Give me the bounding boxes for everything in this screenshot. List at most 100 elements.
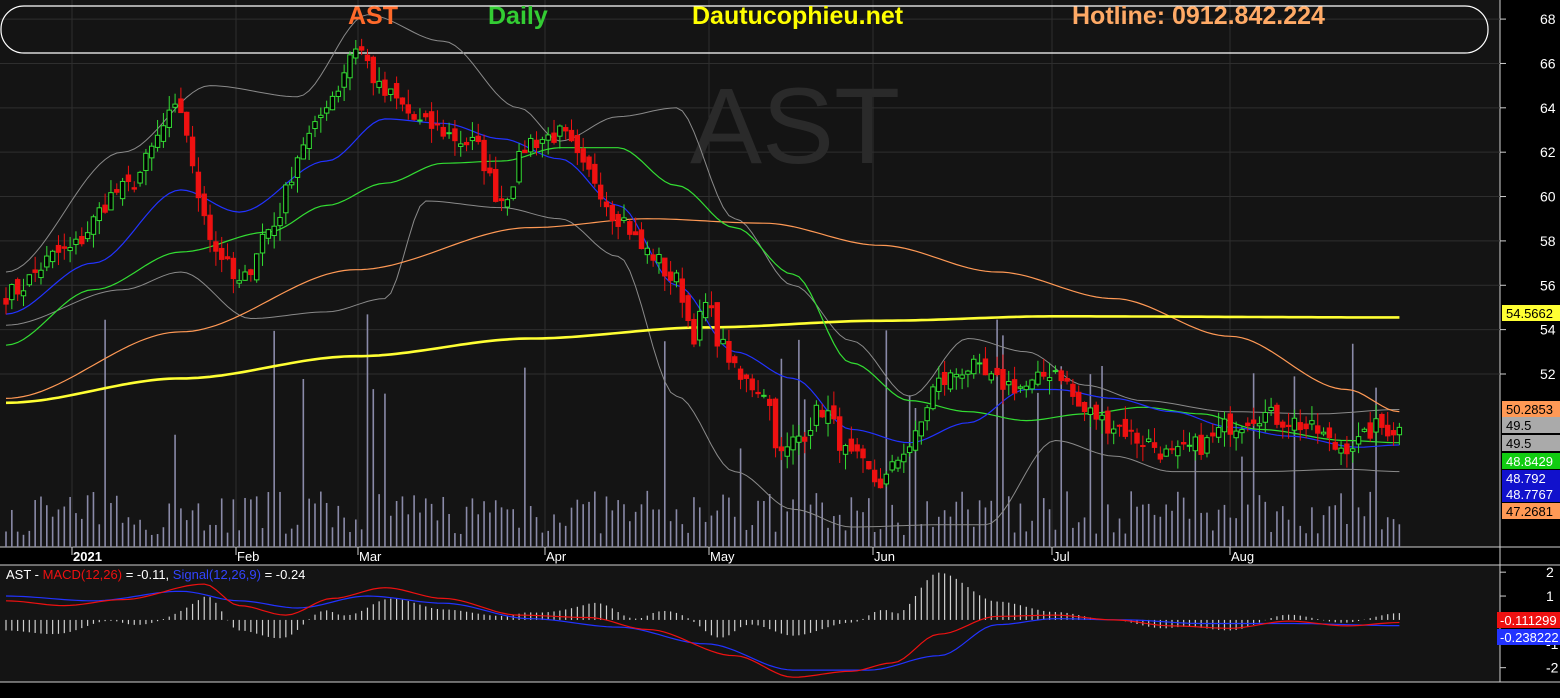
price-value-label: 54.5662 — [1502, 305, 1560, 321]
candle-body — [866, 460, 872, 470]
candle-body — [9, 284, 15, 301]
candle-body — [551, 132, 557, 143]
candle-body — [1070, 383, 1076, 397]
candle-body — [586, 156, 592, 170]
candle-body — [906, 446, 913, 454]
candle-body — [1186, 444, 1193, 447]
candle-body — [1285, 424, 1292, 428]
price-value-label-text: 48.7767 — [1506, 487, 1553, 502]
candle-body — [1192, 436, 1199, 452]
candle-body — [119, 180, 126, 200]
candle-body — [26, 274, 33, 286]
macd-y-tick-label: 1 — [1546, 588, 1554, 604]
candle-body — [807, 430, 814, 436]
candle-body — [137, 171, 143, 184]
candle-body — [1046, 377, 1053, 382]
candle-body — [3, 298, 9, 305]
candle-body — [364, 54, 371, 62]
x-tick-label: May — [710, 549, 735, 564]
candle-body — [673, 272, 680, 283]
candle-body — [854, 444, 860, 452]
candle-body — [1017, 386, 1024, 389]
candle-body — [761, 394, 767, 397]
candle-body — [1291, 417, 1298, 431]
candle-body — [160, 125, 167, 142]
candle-body — [516, 150, 522, 183]
candle-body — [219, 247, 225, 260]
macd-legend-signal-value: = -0.24 — [260, 567, 306, 582]
candle-body — [1245, 422, 1251, 427]
candle-body — [883, 473, 890, 485]
candle-body — [1309, 420, 1315, 425]
candle-body — [755, 391, 761, 395]
candle-body — [318, 114, 324, 119]
candle-body — [959, 374, 965, 379]
candle-body — [475, 135, 481, 143]
candle-body — [1361, 428, 1368, 432]
y-tick-label: 66 — [1540, 55, 1556, 71]
candle-body — [988, 373, 994, 381]
candle-body — [1198, 434, 1204, 455]
candle-body — [953, 373, 959, 378]
candle-body — [632, 231, 639, 236]
y-tick-label: 58 — [1540, 233, 1556, 249]
candle-body — [767, 398, 773, 406]
candle-body — [481, 139, 487, 172]
candle-body — [533, 139, 540, 148]
candle-body — [976, 362, 983, 365]
candle-body — [283, 184, 289, 214]
macd-legend-macd-value: = -0.11, — [122, 567, 173, 582]
y-tick-label: 52 — [1540, 366, 1556, 382]
candle-body — [679, 278, 685, 303]
candle-body — [650, 254, 656, 261]
candle-body — [889, 461, 895, 471]
candle-body — [1169, 448, 1175, 451]
candle-body — [510, 186, 516, 199]
candle-body — [1157, 453, 1164, 460]
candle-body — [1011, 379, 1018, 394]
candle-body — [452, 128, 458, 142]
candle-body — [79, 236, 85, 245]
candle-body — [930, 386, 936, 410]
candle-body — [277, 216, 283, 227]
y-tick-label: 54 — [1540, 322, 1556, 338]
candle-body — [1262, 412, 1268, 423]
candle-body — [446, 132, 452, 135]
candle-body — [720, 338, 726, 345]
candle-body — [592, 163, 598, 184]
header-site[interactable]: Dautucophieu.net — [692, 2, 903, 31]
y-tick-label: 56 — [1540, 277, 1556, 293]
candle-body — [341, 72, 347, 88]
candle-body — [638, 229, 645, 250]
candle-body — [702, 301, 709, 319]
candle-body — [370, 56, 376, 84]
candle-body — [1367, 422, 1373, 439]
candle-body — [574, 134, 581, 154]
candle-body — [393, 83, 400, 99]
price-value-label-text: 48.792 — [1506, 471, 1546, 486]
candle-body — [1332, 441, 1338, 450]
candle-body — [568, 129, 575, 142]
candle-body — [831, 405, 837, 420]
macd-value-label-text: -0.238222 — [1500, 630, 1559, 645]
candle-body — [411, 114, 417, 120]
candle-body — [1076, 391, 1082, 407]
candle-body — [621, 217, 627, 221]
candle-body — [207, 214, 213, 240]
candle-body — [323, 107, 330, 114]
candle-body — [434, 123, 441, 126]
candle-body — [253, 253, 260, 281]
candle-body — [108, 192, 114, 211]
candle-body — [918, 421, 925, 437]
candle-body — [172, 103, 178, 108]
price-value-label-text: 54.5662 — [1506, 306, 1553, 321]
candle-body — [1303, 423, 1309, 430]
candle-body — [528, 137, 534, 153]
candle-body — [1315, 425, 1321, 434]
candle-body — [49, 250, 56, 263]
candle-body — [195, 171, 202, 199]
candle-body — [428, 111, 435, 129]
candle-body — [860, 448, 866, 459]
candle-body — [242, 271, 248, 281]
candle-body — [440, 126, 446, 137]
